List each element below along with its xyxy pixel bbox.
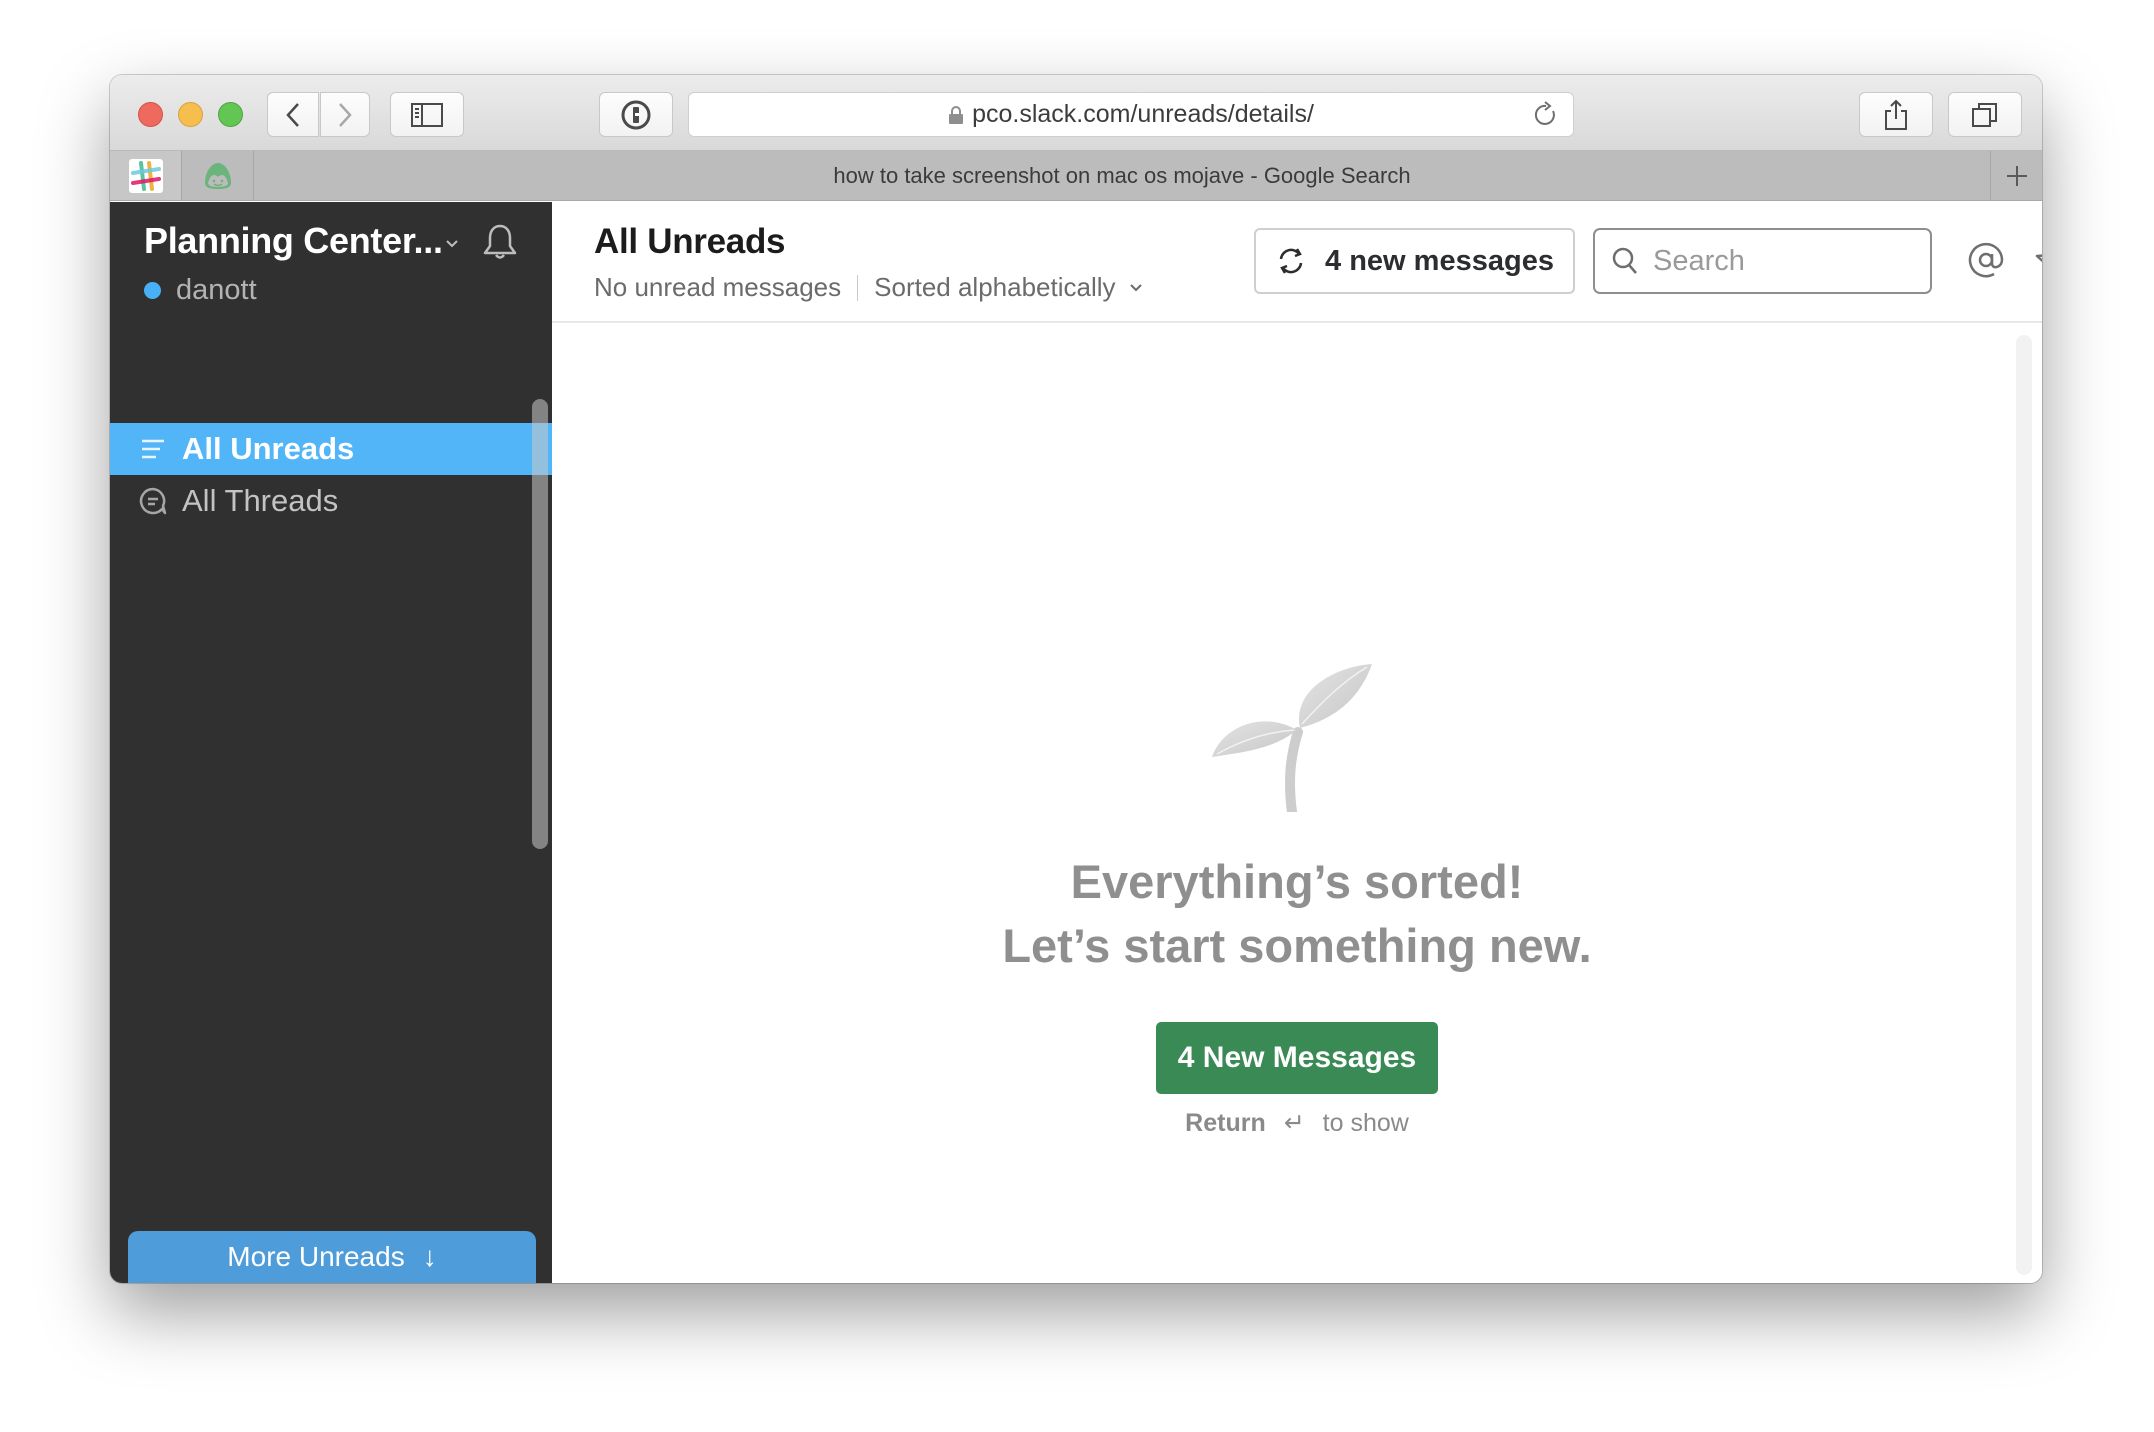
keyboard-hint: Return ↵ to show [552, 1108, 2042, 1138]
mentions-icon[interactable] [1966, 240, 2006, 280]
chevron-down-icon[interactable] [1128, 282, 1144, 294]
browser-window: pco.slack.com/unreads/details/ how to ta… [110, 75, 2042, 1283]
hint-text: to show [1322, 1108, 1409, 1137]
url-text: pco.slack.com/unreads/details/ [972, 100, 1314, 128]
back-button[interactable] [267, 92, 319, 137]
forward-button[interactable] [320, 92, 370, 137]
search-icon [1612, 247, 1637, 274]
minimize-window-button[interactable] [178, 102, 203, 127]
sidebar-scrollbar[interactable] [532, 399, 548, 849]
sidebar-icon [411, 102, 443, 127]
new-messages-label: 4 new messages [1325, 244, 1554, 277]
more-unreads-label: More Unreads [227, 1241, 405, 1272]
threads-icon [138, 486, 168, 516]
share-icon [1885, 99, 1907, 130]
address-bar[interactable]: pco.slack.com/unreads/details/ [688, 92, 1574, 137]
search-input[interactable]: Search [1593, 228, 1932, 294]
browser-toolbar: pco.slack.com/unreads/details/ [110, 75, 2042, 151]
sidebar-item-label: All Unreads [182, 431, 355, 466]
lock-icon [949, 105, 964, 124]
chevron-down-icon[interactable] [444, 238, 460, 250]
new-messages-button[interactable]: 4 new messages [1254, 228, 1575, 294]
star-icon[interactable] [2035, 240, 2042, 280]
presence-indicator [144, 282, 161, 299]
arrow-down-icon: ↓ [422, 1241, 437, 1272]
hint-key: Return [1185, 1108, 1266, 1137]
sort-dropdown[interactable]: Sorted alphabetically [874, 272, 1115, 303]
pinned-tab-slack[interactable] [110, 151, 182, 200]
pinned-tab-basecamp[interactable] [182, 151, 254, 200]
unread-status: No unread messages [594, 272, 842, 302]
sprout-illustration [1212, 664, 1372, 812]
show-sidebar-button[interactable] [390, 92, 464, 137]
reload-icon[interactable] [1533, 101, 1559, 129]
return-key-icon: ↵ [1283, 1109, 1305, 1137]
new-tab-button[interactable] [1990, 151, 2042, 200]
empty-title-line-2: Let’s start something new. [1002, 919, 1592, 972]
page-title: All Unreads [594, 222, 786, 261]
empty-title-line-1: Everything’s sorted! [1070, 855, 1524, 908]
user-status[interactable]: danott [144, 274, 257, 307]
divider [857, 274, 859, 301]
sidebar-item-all-threads[interactable]: All Threads [110, 475, 552, 527]
tabs-overview-icon [1972, 102, 1997, 127]
tab-overview-button[interactable] [1948, 92, 2022, 137]
show-new-messages-button[interactable]: 4 New Messages [1156, 1022, 1438, 1094]
slack-icon [128, 158, 163, 193]
forward-icon [339, 102, 352, 127]
password-manager-icon [621, 100, 651, 129]
tab-bar: how to take screenshot on mac os mojave … [110, 151, 2042, 201]
search-placeholder: Search [1653, 244, 1745, 277]
refresh-icon [1279, 248, 1303, 274]
sidebar: Planning Center... danott All Unreads Al… [110, 202, 552, 1283]
more-unreads-button[interactable]: More Unreads ↓ [128, 1231, 536, 1283]
username: danott [176, 274, 257, 306]
sidebar-item-all-unreads[interactable]: All Unreads [110, 423, 552, 475]
zoom-window-button[interactable] [218, 102, 243, 127]
team-name[interactable]: Planning Center... [144, 220, 443, 262]
share-button[interactable] [1859, 92, 1933, 137]
channel-header: All Unreads No unread messages Sorted al… [552, 202, 2042, 323]
empty-state: Everything’s sorted! Let’s start somethi… [552, 662, 2042, 1138]
sidebar-item-label: All Threads [182, 483, 339, 518]
unreads-icon [138, 438, 168, 460]
close-window-button[interactable] [138, 102, 163, 127]
basecamp-icon [204, 162, 231, 189]
plus-icon [2006, 165, 2027, 186]
password-manager-button[interactable] [599, 92, 673, 137]
active-tab[interactable]: how to take screenshot on mac os mojave … [254, 151, 1990, 200]
header-subline: No unread messages Sorted alphabetically [594, 272, 1144, 303]
main-panel: All Unreads No unread messages Sorted al… [552, 202, 2042, 1283]
bell-icon[interactable] [480, 222, 520, 262]
back-icon [286, 102, 299, 127]
